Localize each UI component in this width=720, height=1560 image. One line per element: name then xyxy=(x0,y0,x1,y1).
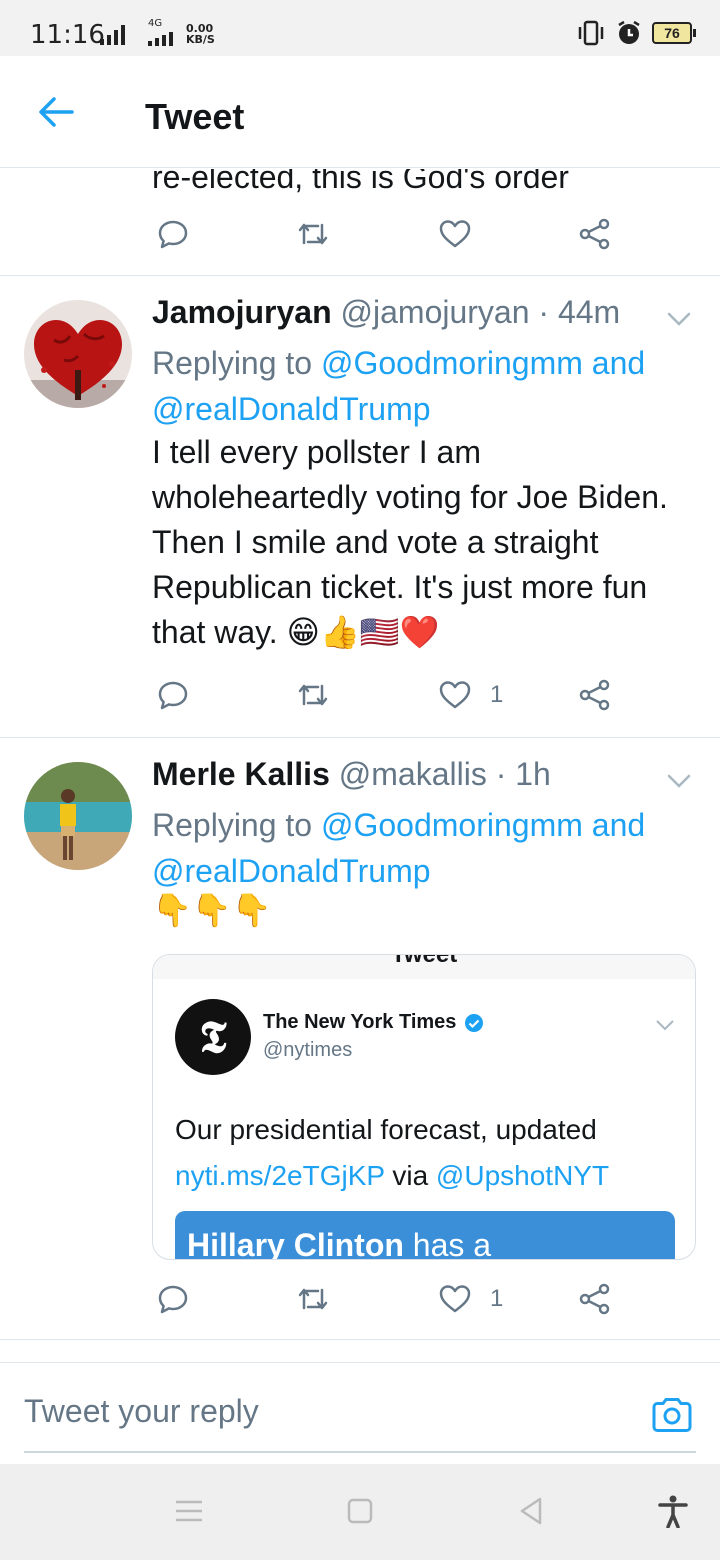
retweet-button[interactable] xyxy=(296,1282,330,1316)
heart-tree-image xyxy=(24,300,132,408)
signal-icon xyxy=(100,23,125,45)
embed-banner: Hillary Clinton has a xyxy=(175,1211,675,1259)
camera-icon[interactable] xyxy=(650,1393,694,1437)
retweet-icon xyxy=(298,1288,328,1310)
chevron-down-icon xyxy=(656,1020,674,1031)
reply-button[interactable] xyxy=(156,1282,190,1316)
embedded-image[interactable]: Tweet 𝕿 The New York Times @nytimes Our … xyxy=(152,954,696,1260)
timestamp: 1h xyxy=(515,756,551,792)
nyt-logo: 𝕿 xyxy=(175,999,251,1075)
display-name[interactable]: Merle Kallis xyxy=(152,756,330,792)
share-icon xyxy=(579,1283,610,1315)
handle[interactable]: @makallis xyxy=(339,756,487,792)
embed-text: Our presidential forecast, updated nyti.… xyxy=(175,1114,610,1191)
embed-account-handle: @nytimes xyxy=(263,1039,353,1061)
tweet-header: Jamojuryan @jamojuryan · 44m xyxy=(152,294,621,330)
input-underline xyxy=(24,1451,696,1453)
home-square-icon[interactable] xyxy=(343,1494,377,1528)
app-header: Tweet xyxy=(0,56,720,168)
share-icon xyxy=(579,218,610,250)
tweet-text: 👇👇👇 xyxy=(152,892,272,928)
reply-input[interactable]: Tweet your reply xyxy=(24,1393,259,1430)
timestamp: 44m xyxy=(557,294,621,330)
like-button[interactable]: 1 xyxy=(438,1282,503,1316)
previous-tweet-text: re-elected, this is God's order xyxy=(152,169,569,195)
tweet-jamojuryan[interactable]: Jamojuryan @jamojuryan · 44m Replying to… xyxy=(0,276,720,738)
accessibility-icon[interactable] xyxy=(656,1494,690,1528)
mention-link[interactable]: @Goodmoringmm xyxy=(321,807,583,843)
heart-icon xyxy=(439,1285,471,1313)
mention-link[interactable]: @realDonaldTrump xyxy=(152,853,431,889)
heart-icon xyxy=(439,220,471,248)
tweet-actions: 1 xyxy=(152,678,622,718)
tweet-header: Merle Kallis @makallis · 1h xyxy=(152,756,551,792)
like-count: 1 xyxy=(490,681,504,708)
embed-top-strip: Tweet xyxy=(153,955,695,979)
replying-to: Replying to @Goodmoringmm and @realDonal… xyxy=(152,345,646,427)
display-name[interactable]: Jamojuryan xyxy=(152,294,332,330)
alarm-icon xyxy=(618,20,640,44)
mention-link[interactable]: @realDonaldTrump xyxy=(152,391,431,427)
share-button[interactable] xyxy=(578,217,612,251)
back-triangle-icon[interactable] xyxy=(514,1494,548,1528)
tweet-feed[interactable]: re-elected, this is God's order Jamojury… xyxy=(0,169,720,1359)
tweet-merle-kallis[interactable]: Merle Kallis @makallis · 1h Replying to … xyxy=(0,738,720,1338)
retweet-button[interactable] xyxy=(296,217,330,251)
battery-icon: 76 xyxy=(652,22,696,44)
status-bar: 11:16 4G 0.00 KB/S 76 xyxy=(0,0,720,56)
page-title: Tweet xyxy=(145,96,245,137)
chevron-down-icon[interactable] xyxy=(666,768,692,794)
retweet-icon xyxy=(298,684,328,706)
reply-button[interactable] xyxy=(156,678,190,712)
heart-icon xyxy=(439,681,471,709)
reply-icon xyxy=(158,1285,188,1314)
previous-tweet-actions xyxy=(152,217,622,257)
vibrate-icon xyxy=(578,20,604,46)
mention-link[interactable]: @Goodmoringmm xyxy=(321,345,583,381)
arrow-left-icon[interactable] xyxy=(36,92,76,132)
menu-icon[interactable] xyxy=(172,1494,206,1528)
verified-badge-icon xyxy=(465,1013,484,1032)
divider xyxy=(0,1339,720,1340)
reply-composer: Tweet your reply xyxy=(0,1362,720,1462)
system-nav-bar xyxy=(0,1464,720,1560)
person-photo-image xyxy=(24,762,132,870)
like-button[interactable]: 1 xyxy=(438,678,503,712)
like-count: 1 xyxy=(490,1285,504,1312)
share-button[interactable] xyxy=(578,1282,612,1316)
share-icon xyxy=(579,679,610,711)
retweet-button[interactable] xyxy=(296,678,330,712)
tweet-actions: 1 xyxy=(152,1282,622,1322)
embed-account-name: The New York Times xyxy=(263,1011,484,1034)
reply-icon xyxy=(158,220,188,249)
chevron-down-icon[interactable] xyxy=(666,306,692,332)
like-button[interactable] xyxy=(438,217,472,251)
retweet-icon xyxy=(298,223,328,245)
reply-button[interactable] xyxy=(156,217,190,251)
status-time: 11:16 xyxy=(30,20,105,50)
reply-icon xyxy=(158,681,188,710)
handle[interactable]: @jamojuryan xyxy=(341,294,530,330)
share-button[interactable] xyxy=(578,678,612,712)
tweet-text: I tell every pollster I am wholeheartedl… xyxy=(152,434,668,650)
avatar[interactable] xyxy=(24,762,132,870)
avatar[interactable] xyxy=(24,300,132,408)
replying-to: Replying to @Goodmoringmm and @realDonal… xyxy=(152,807,646,889)
network-speed: 0.00 KB/S xyxy=(186,22,215,46)
